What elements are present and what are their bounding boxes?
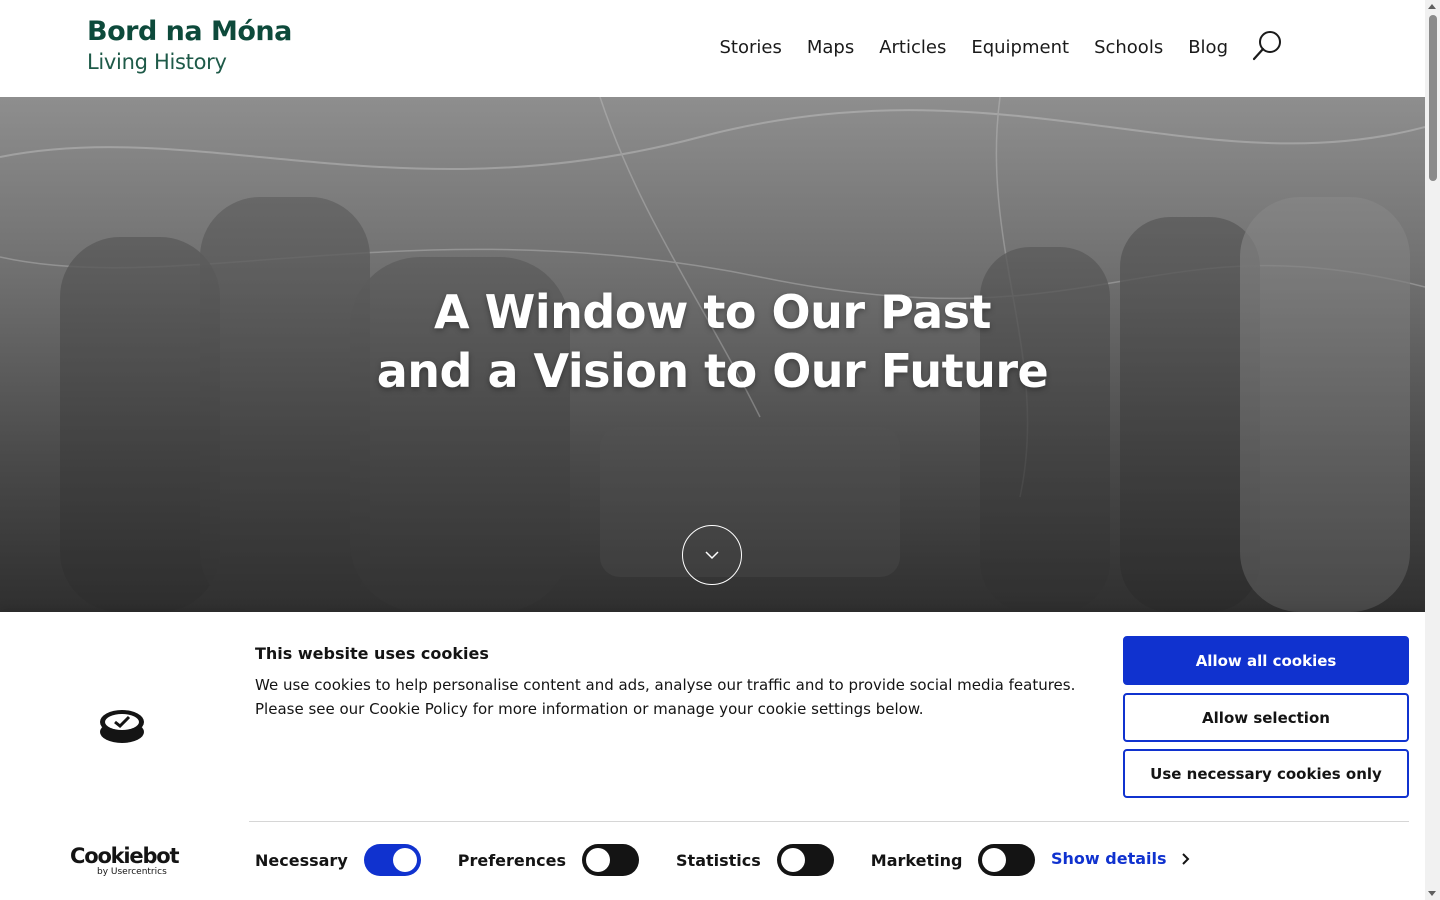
chevron-down-icon: [705, 551, 719, 560]
chevron-right-icon: [1181, 852, 1189, 865]
necessary-label: Necessary: [255, 850, 348, 870]
toggle-knob: [392, 848, 417, 872]
cookiebot-brand-name: Cookiebot: [70, 844, 180, 868]
scroll-down-arrow-icon[interactable]: [1428, 891, 1436, 896]
cookie-title: This website uses cookies: [255, 644, 489, 663]
nav-item-stories[interactable]: Stories: [719, 34, 781, 62]
preferences-label: Preferences: [457, 850, 567, 870]
toggle-knob: [982, 848, 1007, 872]
hero-title: A Window to Our Past and a Vision to Our…: [0, 283, 1425, 401]
nav-item-maps[interactable]: Maps: [807, 34, 854, 62]
scrollbar-thumb[interactable]: [1429, 15, 1437, 181]
search-icon[interactable]: [1252, 29, 1284, 61]
cookie-divider: [249, 821, 1409, 822]
cookie-description: We use cookies to help personalise conte…: [255, 676, 1076, 718]
cookiebot-brand-sub: by Usercentrics: [97, 867, 167, 877]
statistics-label: Statistics: [676, 850, 761, 870]
site-header: Bord na Móna Living History Stories Maps…: [0, 0, 1425, 97]
cookiebot-logo-icon: [100, 710, 144, 743]
nav-item-equipment[interactable]: Equipment: [971, 34, 1069, 62]
toggle-knob: [780, 848, 805, 872]
scroll-down-button[interactable]: [682, 525, 742, 585]
logo-title: Bord na Móna: [87, 16, 292, 47]
site-logo[interactable]: Bord na Móna Living History: [87, 16, 292, 76]
show-details-link[interactable]: Show details: [1051, 849, 1191, 868]
allow-selection-button[interactable]: Allow selection: [1123, 693, 1409, 742]
cookie-toggle-row: Necessary Preferences Statistics Marketi…: [255, 843, 1072, 877]
nav-item-schools[interactable]: Schools: [1094, 34, 1163, 62]
toggle-knob: [586, 848, 611, 872]
allow-all-cookies-button[interactable]: Allow all cookies: [1123, 636, 1409, 685]
scroll-up-arrow-icon[interactable]: [1428, 4, 1436, 9]
logo-subtitle: Living History: [87, 50, 227, 74]
cookiebot-brand[interactable]: Cookiebot by Usercentrics: [70, 844, 180, 877]
hero-title-line1: A Window to Our Past: [434, 285, 991, 339]
page-scrollbar[interactable]: [1425, 0, 1440, 900]
hero-banner: A Window to Our Past and a Vision to Our…: [0, 97, 1425, 612]
preferences-toggle[interactable]: [582, 844, 640, 876]
marketing-toggle[interactable]: [978, 844, 1036, 876]
main-nav: Stories Maps Articles Equipment Schools …: [694, 31, 1284, 62]
nav-item-blog[interactable]: Blog: [1188, 34, 1228, 62]
necessary-toggle[interactable]: [363, 844, 421, 876]
necessary-cookies-only-button[interactable]: Use necessary cookies only: [1123, 749, 1409, 798]
marketing-label: Marketing: [870, 850, 963, 870]
statistics-toggle[interactable]: [776, 844, 834, 876]
hero-title-line2: and a Vision to Our Future: [376, 344, 1049, 398]
show-details-label: Show details: [1051, 849, 1167, 868]
nav-item-articles[interactable]: Articles: [879, 34, 946, 62]
